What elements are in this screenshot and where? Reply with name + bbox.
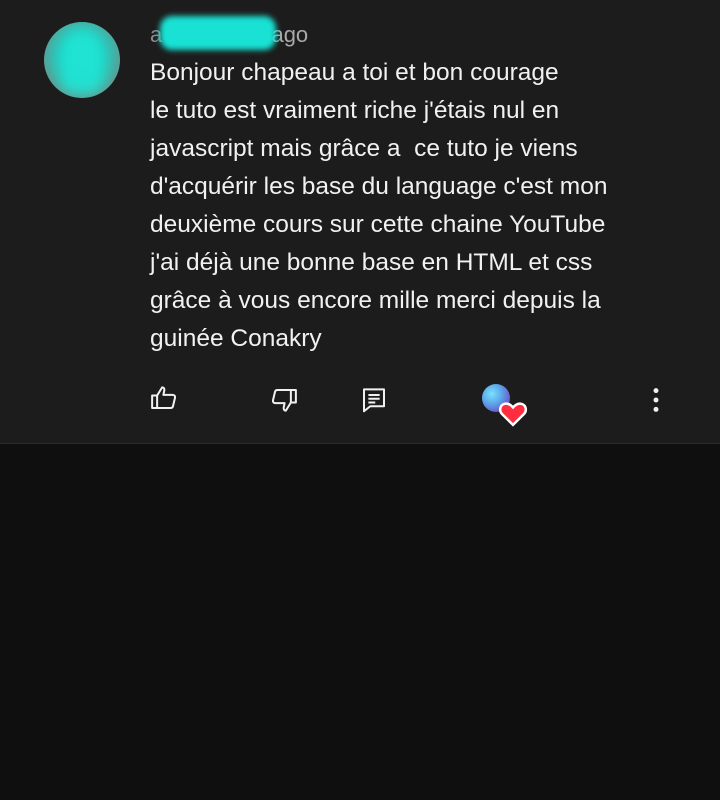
comment-text: Bonjour chapeau a toi et bon courage le …: [150, 54, 670, 358]
comment-icon: [363, 388, 385, 413]
avatar-blur: [60, 30, 104, 94]
comment-line: j'ai déjà une bonne base en HTML et css: [150, 249, 593, 276]
comment-line: javascript mais grâce a ce tuto je viens: [150, 135, 578, 162]
thumbs-up-icon: [151, 386, 177, 409]
comment-line: guinée Conakry: [150, 325, 322, 352]
more-options-button[interactable]: [636, 380, 676, 420]
author-name[interactable]: a: [150, 16, 276, 50]
avatar[interactable]: [44, 22, 120, 98]
thumbs-down-icon: [271, 389, 297, 412]
creator-heart-badge[interactable]: [478, 380, 528, 427]
comment-line: Bonjour chapeau a toi et bon courage: [150, 59, 559, 86]
comment-line: grâce à vous encore mille merci depuis l…: [150, 287, 601, 314]
reply-button[interactable]: [354, 380, 394, 420]
dislike-button[interactable]: [264, 380, 304, 420]
creator-heart-icon: [498, 402, 528, 427]
author-name-blur: [160, 16, 276, 50]
comment-line: d'acquérir les base du language c'est mo…: [150, 173, 608, 200]
comment-line: le tuto est vraiment riche j'étais nul e…: [150, 97, 560, 124]
comment-card: a • 1 month ago Bonjour chapeau a toi et…: [0, 0, 720, 444]
comment-line: deuxième cours sur cette chaine YouTube: [150, 211, 606, 238]
more-vert-icon: [653, 388, 659, 412]
like-button[interactable]: [144, 378, 184, 418]
comment-meta: a • 1 month ago: [150, 16, 308, 50]
